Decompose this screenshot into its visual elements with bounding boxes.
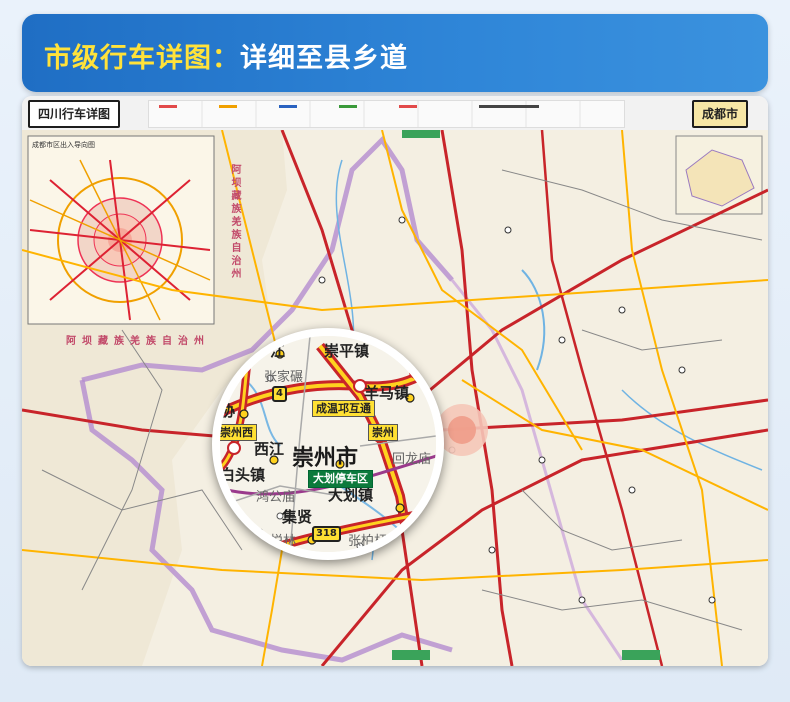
place-label: 协 [220, 402, 236, 420]
map-header-strip: 四川行车详图 成都市 [22, 96, 768, 131]
city-label: 崇州市 [292, 445, 359, 471]
place-label: 崇平镇 [324, 342, 370, 360]
legend-swatch [279, 105, 297, 108]
interchange-label: 成温邛互通 [312, 400, 375, 417]
banner-title-highlight: 市级行车详图： [44, 43, 240, 74]
magnifier-inset: 江 崇平镇 张家碾 羊马镇 协 西江 崇州市 白头镇 回龙庙 镇 鸿公庙 集贤 … [212, 328, 444, 560]
legend-swatch [159, 105, 177, 108]
header-banner: 市级行车详图：详细至县乡道 [22, 14, 768, 92]
region-label-horizontal: 阿坝藏族羌族自治州 [66, 336, 210, 347]
place-label: 白头镇 [220, 466, 266, 484]
place-label: 西江 [254, 440, 285, 458]
place-label: 悦林 [270, 534, 297, 549]
place-label: 张家碾 [264, 370, 304, 385]
place-label: 张柏杆 [348, 534, 388, 549]
sheet-tab-chengdu[interactable]: 成都市 [691, 100, 748, 128]
place-label: 集贤 [282, 508, 313, 526]
interchange-label: 崇州 [368, 424, 398, 441]
sheet-tab-sichuan[interactable]: 四川行车详图 [28, 100, 121, 128]
legend-swatch [219, 105, 237, 108]
banner-title: 市级行车详图：详细至县乡道 [44, 36, 408, 75]
map-legend-strip [148, 100, 625, 128]
place-label: 鸿公庙 [256, 490, 296, 505]
place-label: 回龙庙 [392, 452, 432, 467]
route-shield: 318 [312, 526, 341, 542]
place-label: 江 [270, 342, 286, 360]
inset-title: 成都市区出入导向图 [32, 141, 95, 149]
legend-swatch [399, 105, 417, 108]
interchange-label: 崇州西 [220, 424, 257, 441]
map-sheet: 四川行车详图 成都市 成都市区出入导向图 阿坝藏族羌族自治州 阿坝藏族羌族自治州… [22, 96, 768, 666]
route-shield: 4 [272, 386, 287, 402]
scale-bar [479, 105, 539, 108]
region-label-vertical: 阿坝藏族羌族自治州 [229, 164, 240, 281]
service-area-label: 大划停车区 [308, 470, 373, 488]
legend-swatch [339, 105, 357, 108]
banner-title-rest: 详细至县乡道 [240, 43, 408, 74]
place-label: 镇 [234, 522, 250, 540]
